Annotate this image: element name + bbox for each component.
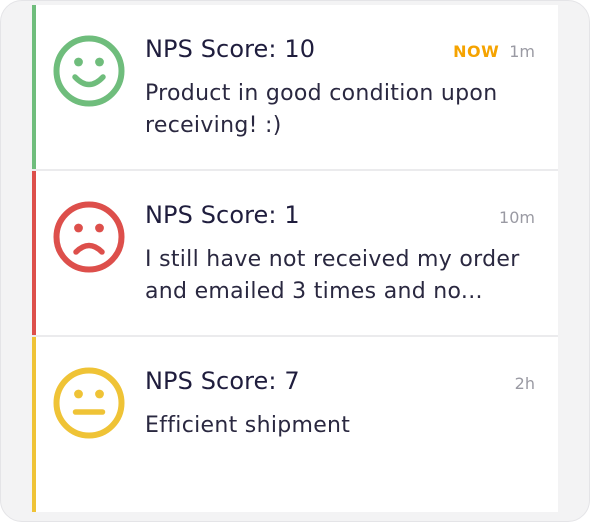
nps-score-title: NPS Score: 1: [145, 201, 300, 229]
smiley-face-icon: [53, 35, 125, 107]
nps-feedback-panel: NPS Score: 10 NOW 1m Product in good cond…: [0, 0, 590, 522]
sentiment-stripe: [32, 5, 36, 169]
card-meta: 10m: [499, 208, 535, 227]
feedback-card[interactable]: NPS Score: 7 2h Efficient shipment: [32, 337, 558, 512]
feedback-card[interactable]: NPS Score: 1 10m I still have not receiv…: [32, 171, 558, 337]
timestamp: 2h: [514, 374, 535, 393]
timestamp: 1m: [509, 42, 535, 61]
feedback-card[interactable]: NPS Score: 10 NOW 1m Product in good cond…: [32, 5, 558, 171]
feedback-message: I still have not received my order and e…: [145, 247, 520, 304]
nps-score-title: NPS Score: 7: [145, 367, 300, 395]
sentiment-stripe: [32, 337, 36, 512]
feedback-message: Product in good condition upon receiving…: [145, 81, 498, 138]
sad-face-icon: [53, 201, 125, 273]
card-meta: NOW 1m: [453, 42, 535, 61]
neutral-face-icon: [53, 367, 125, 439]
card-meta: 2h: [515, 374, 535, 393]
feedback-message: Efficient shipment: [145, 413, 351, 438]
feedback-feed: NPS Score: 10 NOW 1m Product in good cond…: [32, 5, 558, 512]
sentiment-stripe: [32, 171, 36, 335]
nps-score-title: NPS Score: 10: [145, 35, 316, 63]
now-badge: NOW: [453, 42, 500, 61]
timestamp: 10m: [499, 208, 535, 227]
